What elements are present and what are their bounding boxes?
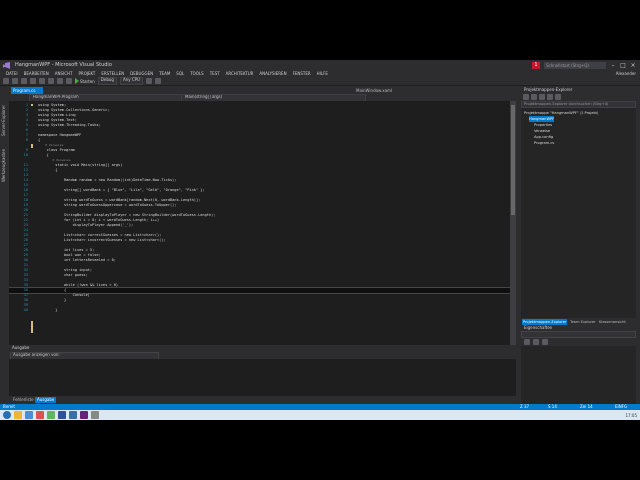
change-indicator xyxy=(31,321,33,333)
file-explorer-icon[interactable] xyxy=(14,411,22,419)
tab-mainwindow-xaml[interactable]: MainWindow.xaml xyxy=(354,87,416,94)
menu-erstellen[interactable]: ERSTELLEN xyxy=(98,71,127,76)
toolbox-tab[interactable]: Werkzeugkasten xyxy=(1,140,8,182)
code-editor[interactable]: 1 using System; 2 using System.Collections.… xyxy=(9,101,516,345)
find-icon[interactable] xyxy=(145,78,152,84)
menu-fenster[interactable]: FENSTER xyxy=(290,71,314,76)
menu-tools[interactable]: TOOLS xyxy=(187,71,207,76)
save-all-icon[interactable] xyxy=(48,78,54,84)
chrome-icon[interactable] xyxy=(47,411,55,419)
home-icon[interactable] xyxy=(523,94,529,100)
app-icon[interactable] xyxy=(91,411,99,419)
sync-icon[interactable] xyxy=(531,94,537,100)
start-button[interactable]: Starten xyxy=(75,78,95,84)
notification-flag-icon[interactable]: 1 xyxy=(532,61,540,69)
categorized-icon[interactable] xyxy=(524,339,530,345)
refresh-icon[interactable] xyxy=(539,94,545,100)
forward-icon[interactable] xyxy=(12,78,18,84)
visual-studio-icon[interactable] xyxy=(80,411,88,419)
tree-node[interactable]: Program.cs xyxy=(534,140,554,146)
quick-launch-input[interactable]: Schnellstart (Strg+Q) xyxy=(544,61,606,69)
navigation-bar: HangmanWPF.Program Main(string[] args) xyxy=(9,94,516,102)
maximize-icon[interactable]: □ xyxy=(620,62,626,69)
solution-tree: Projektmappe "HangmanWPF" (1 Projekt) Han… xyxy=(521,108,636,318)
play-icon xyxy=(75,78,79,84)
save-icon[interactable] xyxy=(39,78,45,84)
menu-debuggen[interactable]: DEBUGGEN xyxy=(127,71,156,76)
menu-analysieren[interactable]: ANALYSIEREN xyxy=(256,71,289,76)
screen: HangmanWPF - Microsoft Visual Studio 1 S… xyxy=(0,60,640,420)
properties-object-select[interactable] xyxy=(521,331,636,338)
bottom-tab-strip: Fehlerliste Ausgabe xyxy=(9,396,516,404)
comment-icon[interactable] xyxy=(154,78,161,84)
menu-bar: DATEI BEARBEITEN ANSICHT PROJEKT ERSTELL… xyxy=(0,70,640,77)
minimize-icon[interactable]: – xyxy=(610,62,616,69)
window-title: HangmanWPF - Microsoft Visual Studio xyxy=(15,62,112,68)
right-tab-strip: Projektmappen-Explorer Team Explorer Kla… xyxy=(521,318,636,325)
server-explorer-tab[interactable]: Server-Explorer xyxy=(1,90,8,136)
configuration-select[interactable]: Debug xyxy=(97,77,117,85)
menu-ansicht[interactable]: ANSICHT xyxy=(52,71,76,76)
tab-output[interactable]: Ausgabe xyxy=(35,397,57,403)
visual-studio-logo-icon xyxy=(3,61,10,69)
open-icon[interactable] xyxy=(30,78,36,84)
tab-program-cs[interactable]: Program.cs xyxy=(11,87,43,94)
browser-icon[interactable] xyxy=(25,411,33,419)
tab-error-list[interactable]: Fehlerliste xyxy=(11,397,36,403)
clock: 17:05 xyxy=(625,412,637,418)
line-number: 40 xyxy=(23,308,28,312)
menu-hilfe[interactable]: HILFE xyxy=(314,71,331,76)
alphabetical-icon[interactable] xyxy=(533,339,539,345)
code-text: } xyxy=(38,308,58,312)
skype-icon[interactable] xyxy=(69,411,77,419)
menu-projekt[interactable]: PROJEKT xyxy=(76,71,99,76)
title-bar: HangmanWPF - Microsoft Visual Studio 1 S… xyxy=(0,60,640,70)
properties-toolbar xyxy=(521,338,636,346)
taskbar: 17:05 xyxy=(0,410,640,420)
code-line[interactable]: 40 } xyxy=(9,308,514,313)
platform-select[interactable]: Any CPU xyxy=(119,77,143,85)
solution-explorer-title: Projektmappen-Explorer xyxy=(521,86,636,93)
close-icon[interactable]: × xyxy=(630,62,636,69)
menu-bearbeiten[interactable]: BEARBEITEN xyxy=(21,71,52,76)
undo-icon[interactable] xyxy=(57,78,63,84)
collapse-all-icon[interactable] xyxy=(547,94,553,100)
user-name[interactable]: Alexander xyxy=(616,71,640,76)
menu-team[interactable]: TEAM xyxy=(156,71,173,76)
solution-explorer-search[interactable]: Projektmappen-Explorer durchsuchen (Strg… xyxy=(521,101,636,108)
new-project-icon[interactable] xyxy=(21,78,27,84)
toolbar: Starten Debug Any CPU xyxy=(0,77,640,86)
editor-vertical-scrollbar[interactable] xyxy=(510,101,516,345)
back-icon[interactable] xyxy=(3,78,9,84)
menu-datei[interactable]: DATEI xyxy=(3,71,21,76)
menu-sql[interactable]: SQL xyxy=(173,71,187,76)
menu-test[interactable]: TEST xyxy=(207,71,223,76)
output-toolbar: Ausgabe anzeigen von: xyxy=(9,351,516,360)
redo-icon[interactable] xyxy=(66,78,72,84)
media-player-icon[interactable] xyxy=(36,411,44,419)
property-pages-icon[interactable] xyxy=(542,339,548,345)
editor-tab-strip: Program.cs MainWindow.xaml xyxy=(9,86,516,94)
properties-icon[interactable] xyxy=(555,94,561,100)
menu-architektur[interactable]: ARCHITEKTUR xyxy=(223,71,257,76)
left-tool-strip: Server-Explorer Werkzeugkasten xyxy=(0,86,9,404)
editor-scroll-thumb[interactable] xyxy=(511,105,515,215)
output-pane[interactable] xyxy=(9,359,516,396)
start-orb-icon[interactable] xyxy=(3,411,11,419)
solution-explorer-toolbar xyxy=(521,93,636,101)
word-icon[interactable] xyxy=(58,411,66,419)
start-label: Starten xyxy=(80,78,95,84)
properties-grid[interactable] xyxy=(521,346,636,404)
